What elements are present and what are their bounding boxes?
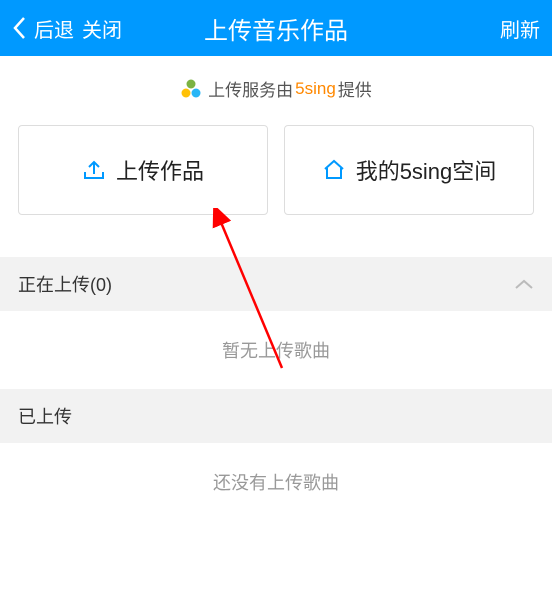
uploading-label: 正在上传(0) (18, 271, 112, 297)
upload-label: 上传作品 (116, 154, 204, 186)
back-label: 后退 (34, 14, 74, 43)
back-button[interactable]: 后退 (12, 14, 74, 43)
refresh-button[interactable]: 刷新 (500, 14, 540, 43)
service-info: 上传服务由 5sing 提供 (0, 56, 552, 125)
service-suffix: 提供 (338, 76, 372, 101)
page-title: 上传音乐作品 (204, 11, 348, 46)
5sing-logo-icon (180, 78, 202, 100)
chevron-up-icon (514, 278, 534, 290)
chevron-left-icon (12, 16, 26, 40)
service-brand: 5sing (295, 79, 336, 99)
service-prefix: 上传服务由 (208, 76, 293, 101)
upload-icon (82, 158, 106, 182)
myspace-button[interactable]: 我的5sing空间 (284, 125, 534, 215)
upload-button[interactable]: 上传作品 (18, 125, 268, 215)
myspace-label: 我的5sing空间 (356, 154, 497, 186)
uploading-empty: 暂无上传歌曲 (0, 311, 552, 389)
close-button[interactable]: 关闭 (82, 14, 122, 43)
uploaded-label: 已上传 (18, 403, 72, 429)
header: 后退 关闭 上传音乐作品 刷新 (0, 0, 552, 56)
uploaded-empty: 还没有上传歌曲 (0, 443, 552, 521)
uploading-section-header[interactable]: 正在上传(0) (0, 257, 552, 311)
uploaded-section-header[interactable]: 已上传 (0, 389, 552, 443)
home-icon (322, 158, 346, 182)
action-buttons: 上传作品 我的5sing空间 (0, 125, 552, 215)
